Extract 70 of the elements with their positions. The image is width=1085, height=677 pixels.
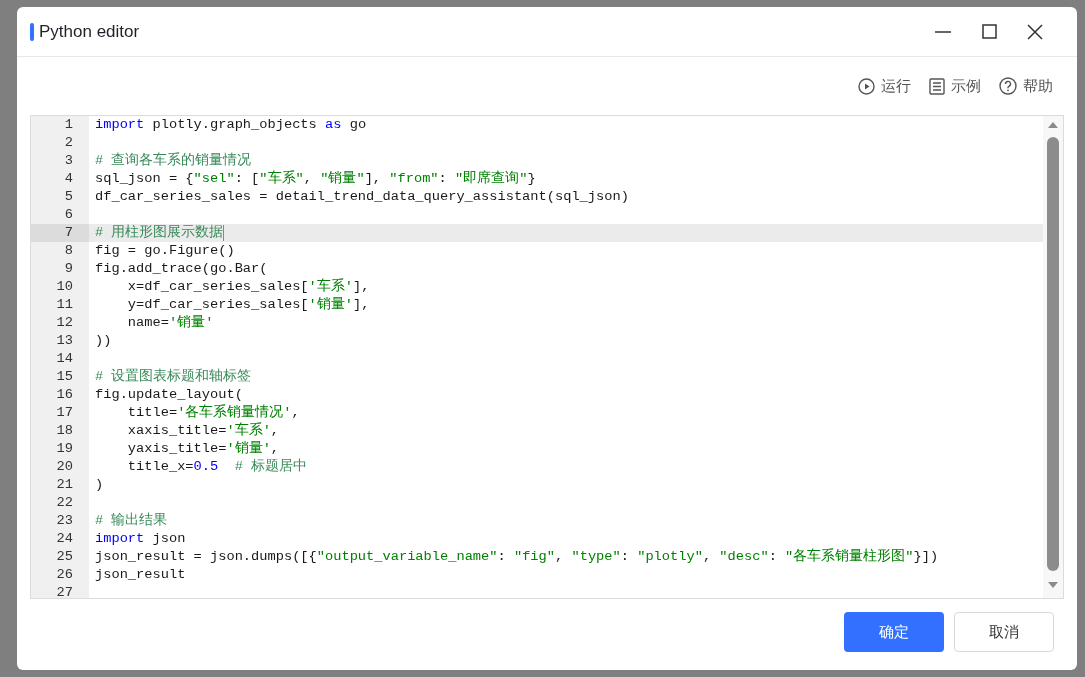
code-line: yaxis_title='销量', — [126, 440, 280, 458]
line-number: 3 — [64, 151, 73, 170]
code-line: ) — [95, 476, 104, 494]
line-number: 8 — [64, 241, 73, 260]
line-number: 26 — [56, 565, 73, 584]
line-number: 27 — [56, 583, 73, 598]
scroll-up-icon[interactable] — [1047, 121, 1059, 129]
code-line: title_x=0.5 # 标题居中 — [126, 458, 308, 476]
code-line: json_result = json.dumps([{"output_variable_name": "fig", "type": "plotly", "desc": "各车系销量柱形图"}]) — [95, 548, 939, 566]
title-accent-bar — [30, 22, 34, 41]
line-number: 15 — [56, 367, 73, 386]
help-icon — [999, 77, 1017, 95]
line-number: 7 — [64, 223, 73, 242]
help-button[interactable]: 帮助 — [999, 74, 1053, 98]
line-number: 12 — [56, 313, 73, 332]
confirm-button[interactable]: 确定 — [844, 612, 944, 652]
code-line: # 输出结果 — [95, 512, 168, 530]
scrollbar-thumb[interactable] — [1047, 137, 1059, 571]
text-cursor — [223, 225, 225, 241]
window-title: Python editor — [39, 20, 140, 43]
code-line: x=df_car_series_sales['车系'], — [126, 278, 370, 296]
code-line: title='各车系销量情况', — [126, 404, 300, 422]
scroll-down-icon[interactable] — [1047, 581, 1059, 589]
play-circle-icon — [858, 77, 875, 95]
example-button[interactable]: 示例 — [929, 74, 981, 98]
line-number: 6 — [64, 205, 73, 224]
document-list-icon — [929, 77, 945, 95]
line-number: 9 — [64, 259, 73, 278]
code-line: import plotly.graph_objects as go — [95, 116, 367, 134]
line-number: 21 — [56, 475, 73, 494]
line-number: 18 — [56, 421, 73, 440]
line-number: 24 — [56, 529, 73, 548]
line-number: 16 — [56, 385, 73, 404]
maximize-icon — [981, 24, 997, 39]
line-number: 13 — [56, 331, 73, 350]
minimize-icon — [934, 30, 952, 33]
line-number: 4 — [64, 169, 73, 188]
line-number: 19 — [56, 439, 73, 458]
code-line: )) — [95, 332, 112, 350]
code-line: y=df_car_series_sales['销量'], — [126, 296, 370, 314]
line-number: 20 — [56, 457, 73, 476]
code-line: df_car_series_sales = detail_trend_data_query_assistant(sql_json) — [95, 188, 629, 206]
line-number: 25 — [56, 547, 73, 566]
maximize-button[interactable] — [979, 21, 999, 42]
code-line: sql_json = {"sel": ["车系", "销量"], "from": "即席查询"} — [95, 170, 536, 188]
code-line: xaxis_title='车系', — [126, 422, 280, 440]
code-line: fig.update_layout( — [95, 386, 243, 404]
close-icon — [1027, 23, 1043, 40]
line-number: 14 — [56, 349, 73, 368]
code-line: name='销量' — [126, 314, 214, 332]
code-line: # 查询各车系的销量情况 — [95, 152, 252, 170]
line-number: 22 — [56, 493, 73, 512]
line-number: 1 — [64, 116, 73, 134]
vertical-scrollbar[interactable] — [1043, 116, 1063, 598]
line-number: 23 — [56, 511, 73, 530]
code-line: fig = go.Figure() — [95, 242, 235, 260]
close-button[interactable] — [1025, 21, 1045, 42]
line-number: 17 — [56, 403, 73, 422]
run-button[interactable]: 运行 — [858, 74, 911, 98]
code-line: json_result — [95, 566, 186, 584]
cancel-button[interactable]: 取消 — [954, 612, 1054, 652]
line-number: 5 — [64, 187, 73, 206]
line-number: 11 — [56, 295, 73, 314]
code-line: fig.add_trace(go.Bar( — [95, 260, 268, 278]
code-line: # 设置图表标题和轴标签 — [95, 368, 252, 386]
code-editor[interactable] — [30, 115, 1064, 599]
line-number: 2 — [64, 133, 73, 152]
code-line: import json — [95, 530, 186, 548]
line-number: 10 — [56, 277, 73, 296]
code-line: # 用柱形图展示数据 — [95, 224, 224, 242]
